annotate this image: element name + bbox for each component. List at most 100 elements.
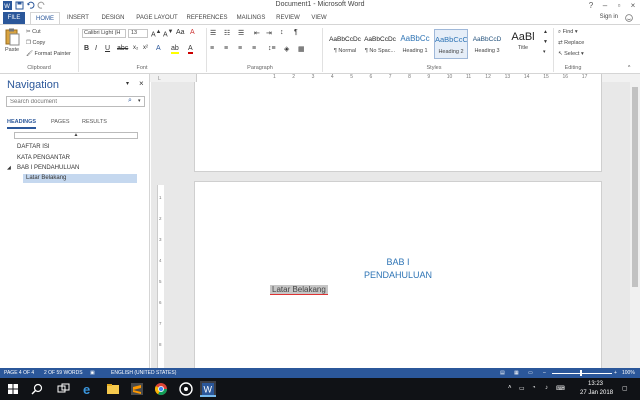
word-count[interactable]: 2 OF 59 WORDS xyxy=(44,370,83,376)
tab-mailings[interactable]: MAILINGS xyxy=(233,12,269,24)
search-icon[interactable] xyxy=(29,381,45,397)
nav-heading-bab-i[interactable]: BAB I PENDAHULUAN xyxy=(17,165,79,171)
page-count[interactable]: PAGE 4 OF 4 xyxy=(4,370,34,376)
horizontal-ruler[interactable]: 1 2 3 4 5 6 7 8 9 10 11 12 13 14 15 16 17 xyxy=(196,74,602,82)
proofing-icon[interactable]: ▣ xyxy=(90,370,95,376)
sublime-icon[interactable] xyxy=(129,381,145,397)
collapse-triangle-icon[interactable]: ◢ xyxy=(7,165,11,171)
chrome-icon[interactable] xyxy=(153,381,169,397)
print-layout-icon[interactable]: ▦ xyxy=(514,370,519,376)
heading-bab-i[interactable]: BAB I xyxy=(194,257,602,267)
align-left-icon[interactable]: ≡ xyxy=(210,45,214,52)
help-icon[interactable]: ? xyxy=(584,0,598,11)
tab-pages[interactable]: PAGES xyxy=(51,119,70,125)
show-marks-icon[interactable]: ¶ xyxy=(294,29,298,36)
font-size-select[interactable]: 13 xyxy=(128,29,148,38)
multilevel-list-icon[interactable]: ☰ xyxy=(238,29,244,37)
tab-design[interactable]: DESIGN xyxy=(98,12,128,24)
decrease-indent-icon[interactable]: ⇤ xyxy=(254,29,260,37)
page-previous[interactable] xyxy=(194,82,602,172)
volume-icon[interactable]: ♪ xyxy=(545,385,548,391)
zoom-slider[interactable] xyxy=(552,373,612,374)
find-button[interactable]: ⌕ Find ▾ xyxy=(558,29,578,36)
search-icon[interactable]: ⌕ xyxy=(128,97,132,105)
copy-button[interactable]: ❐ Copy xyxy=(26,40,45,46)
scroll-up-bar[interactable]: ▲ xyxy=(14,132,138,139)
scrollbar-thumb[interactable] xyxy=(632,87,638,287)
smiley-icon[interactable] xyxy=(624,14,634,22)
numbering-icon[interactable]: ☷ xyxy=(224,29,230,37)
clear-format-icon[interactable]: A xyxy=(190,29,195,36)
network-icon[interactable]: ◔ xyxy=(532,385,536,391)
vertical-scrollbar[interactable] xyxy=(630,82,640,368)
keyboard-icon[interactable]: ⌨ xyxy=(556,385,565,392)
pane-options-icon[interactable]: ▾ xyxy=(126,80,129,87)
style-heading-1[interactable]: AaBbCc Heading 1 xyxy=(398,29,432,59)
maximize-button[interactable]: ▫ xyxy=(612,0,626,11)
bold-button[interactable]: B xyxy=(84,45,89,52)
subheading-latar-belakang[interactable]: Latar Belakang xyxy=(270,285,328,295)
sort-icon[interactable]: ↕ xyxy=(280,29,284,36)
language-indicator[interactable]: ENGLISH (UNITED STATES) xyxy=(111,370,176,376)
format-painter-button[interactable]: 🖌 Format Painter xyxy=(26,51,71,57)
tab-insert[interactable]: INSERT xyxy=(64,12,92,24)
vertical-ruler[interactable]: 1 2 3 4 5 6 7 8 xyxy=(157,185,164,368)
nav-heading-kata-pengantar[interactable]: KATA PENGANTAR xyxy=(17,155,70,161)
align-center-icon[interactable]: ≡ xyxy=(224,45,228,52)
word-taskbar-icon[interactable]: W xyxy=(200,381,216,397)
font-family-select[interactable]: Calibri Light (H xyxy=(82,29,126,38)
superscript-button[interactable]: x² xyxy=(143,45,148,51)
notifications-icon[interactable]: ▢ xyxy=(622,385,628,392)
increase-indent-icon[interactable]: ⇥ xyxy=(266,29,272,37)
tab-file[interactable]: FILE xyxy=(3,12,25,24)
tab-review[interactable]: REVIEW xyxy=(274,12,302,24)
clock-date[interactable]: 27 Jan 2018 xyxy=(580,390,613,396)
tray-chevron-icon[interactable]: ˄ xyxy=(508,385,512,391)
select-button[interactable]: ↖ Select ▾ xyxy=(558,51,584,57)
file-explorer-icon[interactable] xyxy=(105,381,121,397)
media-player-icon[interactable] xyxy=(178,381,194,397)
web-layout-icon[interactable]: ▭ xyxy=(528,370,533,376)
styles-scroll-up-icon[interactable]: ▲ xyxy=(543,29,548,35)
task-view-icon[interactable] xyxy=(55,381,71,397)
tab-references[interactable]: REFERENCES xyxy=(186,12,228,24)
zoom-in-icon[interactable]: + xyxy=(614,370,617,376)
change-case-icon[interactable]: Aa xyxy=(176,29,185,36)
heading-pendahuluan[interactable]: PENDAHULUAN xyxy=(194,270,602,280)
nav-heading-daftar-isi[interactable]: DAFTAR ISI xyxy=(17,144,50,150)
style-heading-2[interactable]: AaBbCcC Heading 2 xyxy=(434,29,468,59)
search-document-input[interactable] xyxy=(6,96,145,107)
bullets-icon[interactable]: ☰ xyxy=(210,29,216,37)
style-heading-3[interactable]: AaBbCcD Heading 3 xyxy=(470,29,504,59)
tab-results[interactable]: RESULTS xyxy=(82,119,107,125)
tab-home[interactable]: HOME xyxy=(30,12,60,24)
replace-button[interactable]: ⇄ Replace xyxy=(558,40,584,46)
style-title[interactable]: AaBl Title xyxy=(506,29,540,59)
cut-button[interactable]: ✂ Cut xyxy=(26,29,41,35)
strikethrough-button[interactable]: abc xyxy=(117,45,128,52)
zoom-level[interactable]: 100% xyxy=(622,370,635,376)
shrink-font-icon[interactable]: A▼ xyxy=(163,29,173,38)
close-button[interactable]: × xyxy=(626,0,640,11)
italic-button[interactable]: I xyxy=(95,45,97,52)
underline-button[interactable]: U xyxy=(105,45,110,52)
align-right-icon[interactable]: ≡ xyxy=(238,45,242,52)
justify-icon[interactable]: ≡ xyxy=(252,45,256,52)
zoom-out-icon[interactable]: – xyxy=(543,370,546,376)
sign-in-link[interactable]: Sign in xyxy=(600,14,618,20)
highlight-icon[interactable]: ab xyxy=(171,45,179,54)
line-spacing-icon[interactable]: ↕≡ xyxy=(268,45,276,52)
close-pane-icon[interactable]: × xyxy=(139,79,144,88)
text-effects-icon[interactable]: A xyxy=(156,45,161,52)
battery-icon[interactable]: ▭ xyxy=(519,385,525,392)
subscript-button[interactable]: x₂ xyxy=(133,45,138,51)
read-mode-icon[interactable]: ▤ xyxy=(500,370,505,376)
minimize-button[interactable]: – xyxy=(598,0,612,11)
tab-selector-icon[interactable]: L xyxy=(158,76,161,82)
font-color-icon[interactable]: A xyxy=(188,45,193,54)
edge-icon[interactable]: e xyxy=(80,381,96,397)
zoom-slider-thumb[interactable] xyxy=(580,370,582,376)
shading-icon[interactable]: ◈ xyxy=(284,45,289,53)
collapse-ribbon-icon[interactable]: ^ xyxy=(628,65,630,71)
grow-font-icon[interactable]: A▲ xyxy=(151,29,161,38)
